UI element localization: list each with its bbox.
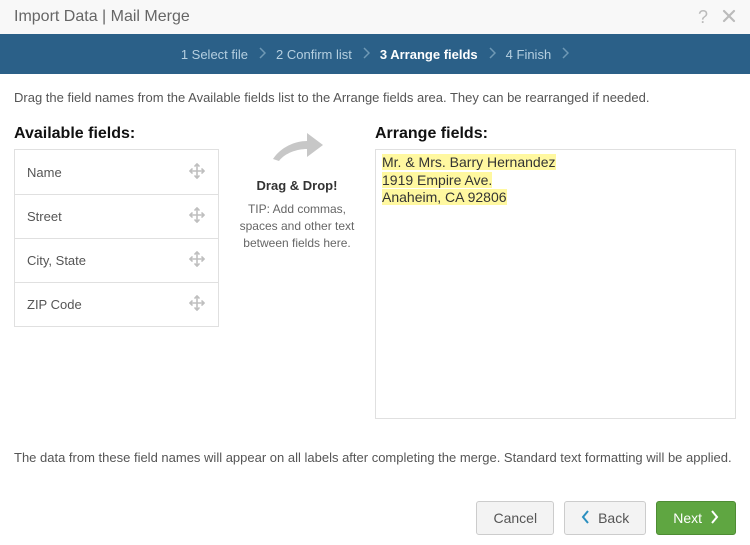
arrange-line-2: 1919 Empire Ave. bbox=[382, 172, 492, 188]
help-icon[interactable]: ? bbox=[698, 8, 708, 26]
step-3[interactable]: 3 Arrange fields bbox=[380, 47, 478, 62]
cancel-button[interactable]: Cancel bbox=[476, 501, 554, 535]
close-icon[interactable] bbox=[722, 8, 736, 26]
arrange-line-3: Anaheim, CA 92806 bbox=[382, 189, 507, 205]
drag-drop-tip: TIP: Add commas, spaces and other text b… bbox=[237, 201, 357, 251]
wizard-stepbar: 1 Select file 2 Confirm list 3 Arrange f… bbox=[0, 34, 750, 74]
chevron-right-icon bbox=[710, 510, 719, 527]
button-label: Next bbox=[673, 510, 702, 526]
chevron-right-icon bbox=[362, 47, 370, 62]
arrange-fields-heading: Arrange fields: bbox=[375, 125, 736, 143]
button-label: Back bbox=[598, 510, 629, 526]
move-icon bbox=[188, 162, 206, 183]
arrange-fields-column: Arrange fields: Mr. & Mrs. Barry Hernand… bbox=[375, 125, 736, 419]
footer-note: The data from these field names will app… bbox=[14, 450, 736, 465]
step-2[interactable]: 2 Confirm list bbox=[276, 47, 352, 62]
field-city-state[interactable]: City, State bbox=[15, 238, 218, 282]
drag-drop-title: Drag & Drop! bbox=[237, 178, 357, 193]
header-controls: ? bbox=[698, 8, 736, 26]
instruction-text: Drag the field names from the Available … bbox=[14, 90, 736, 105]
field-label: Street bbox=[27, 209, 62, 224]
arrow-right-icon bbox=[237, 129, 357, 172]
back-button[interactable]: Back bbox=[564, 501, 646, 535]
arrange-layout: Available fields: Name Street City, Stat… bbox=[14, 125, 736, 419]
available-fields-list: Name Street City, State bbox=[14, 149, 219, 327]
arrange-fields-area[interactable]: Mr. & Mrs. Barry Hernandez 1919 Empire A… bbox=[375, 149, 736, 419]
available-fields-heading: Available fields: bbox=[14, 125, 219, 143]
arrange-line-1: Mr. & Mrs. Barry Hernandez bbox=[382, 154, 556, 170]
move-icon bbox=[188, 206, 206, 227]
chevron-right-icon bbox=[488, 47, 496, 62]
field-label: City, State bbox=[27, 253, 86, 268]
dialog-title: Import Data | Mail Merge bbox=[14, 8, 190, 26]
move-icon bbox=[188, 294, 206, 315]
chevron-right-icon bbox=[258, 47, 266, 62]
field-zip-code[interactable]: ZIP Code bbox=[15, 282, 218, 326]
button-label: Cancel bbox=[493, 510, 537, 526]
move-icon bbox=[188, 250, 206, 271]
available-fields-column: Available fields: Name Street City, Stat… bbox=[14, 125, 219, 327]
wizard-buttons: Cancel Back Next bbox=[476, 501, 736, 535]
dialog-header: Import Data | Mail Merge ? bbox=[0, 0, 750, 34]
step-4[interactable]: 4 Finish bbox=[506, 47, 552, 62]
dialog-body: Drag the field names from the Available … bbox=[0, 74, 750, 419]
field-label: ZIP Code bbox=[27, 297, 82, 312]
field-street[interactable]: Street bbox=[15, 194, 218, 238]
chevron-left-icon bbox=[581, 510, 590, 527]
drag-drop-hint: Drag & Drop! TIP: Add commas, spaces and… bbox=[237, 125, 357, 251]
chevron-right-icon bbox=[561, 47, 569, 62]
step-1[interactable]: 1 Select file bbox=[181, 47, 248, 62]
next-button[interactable]: Next bbox=[656, 501, 736, 535]
field-name[interactable]: Name bbox=[15, 150, 218, 194]
field-label: Name bbox=[27, 165, 62, 180]
